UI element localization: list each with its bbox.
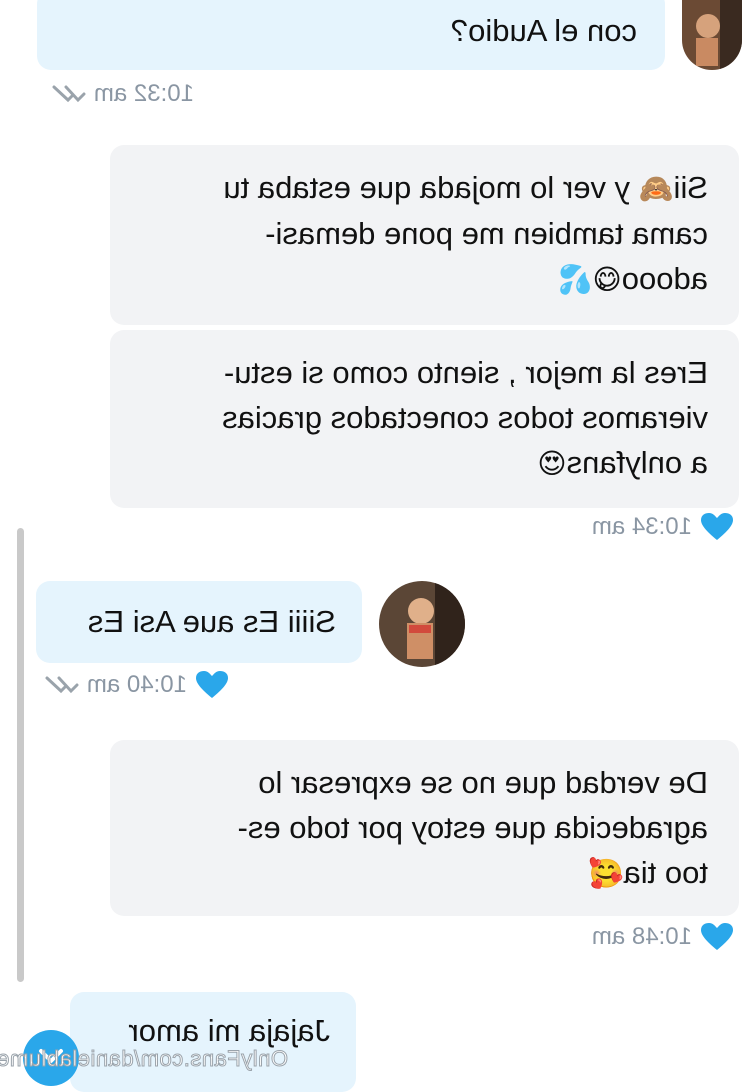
- message-text: con el Audio?: [450, 13, 637, 48]
- monkey-emoji: 🙈: [638, 172, 674, 205]
- scrollbar[interactable]: [17, 528, 24, 982]
- message-text: Eres la mejor , siento como si estu- vie…: [222, 355, 708, 480]
- double-check-icon: [45, 676, 79, 694]
- avatar[interactable]: [379, 581, 465, 667]
- avatar[interactable]: [682, 0, 742, 70]
- timestamp: 10:34 am: [591, 513, 692, 540]
- message-text: Sii🙈 y ver lo mojada que estaba tu cama …: [223, 170, 708, 296]
- message-text: Siiii Es aue Asi Es: [87, 604, 336, 639]
- message-text: De verdad que no se expresar lo agradeci…: [237, 765, 708, 890]
- message-meta: 10:40 am: [41, 670, 229, 700]
- heart-icon[interactable]: [700, 922, 734, 952]
- message-bubble-outgoing[interactable]: De verdad que no se expresar lo agradeci…: [110, 740, 739, 916]
- message-bubble-incoming[interactable]: Siiii Es aue Asi Es: [36, 581, 362, 663]
- heart-icon[interactable]: [700, 512, 734, 542]
- timestamp: 10:40 am: [86, 671, 187, 698]
- emoji: 😋💦: [557, 263, 622, 296]
- message-bubble-outgoing[interactable]: Eres la mejor , siento como si estu- vie…: [110, 330, 739, 508]
- message-meta: 10:48 am: [592, 922, 734, 952]
- message-meta: 10:32 am: [48, 80, 194, 108]
- message-bubble-outgoing[interactable]: Sii🙈 y ver lo mojada que estaba tu cama …: [110, 145, 739, 325]
- emoji: 🥰: [588, 857, 624, 890]
- timestamp: 10:32 am: [93, 80, 194, 107]
- emoji: 😍: [537, 447, 567, 480]
- chat-thread: con el Audio? 10:32 am Sii🙈 y ver lo moj…: [0, 0, 742, 1092]
- message-bubble-incoming[interactable]: con el Audio?: [37, 0, 665, 70]
- timestamp: 10:48 am: [591, 923, 692, 950]
- message-meta: 10:34 am: [592, 512, 734, 542]
- watermark: OnlyFans.com/danielablume: [0, 1046, 289, 1072]
- message-bubble-incoming[interactable]: Jajaja mi amor: [70, 992, 356, 1092]
- double-check-icon: [52, 85, 86, 103]
- heart-icon[interactable]: [195, 670, 229, 700]
